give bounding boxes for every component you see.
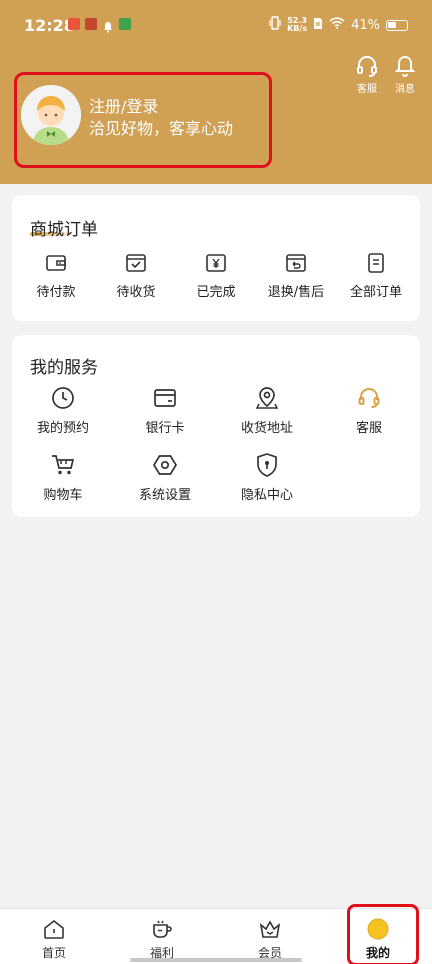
battery-percent: 41% <box>351 17 380 33</box>
bell-icon <box>394 55 416 77</box>
tab-welfare[interactable]: 福利 <box>108 909 216 964</box>
order-status-row: 待付款 待收货 已完成 退换/售后 全部订单 <box>12 251 420 300</box>
app-notification-icon <box>119 18 131 30</box>
yen-receipt-icon <box>206 254 226 272</box>
service-my-appointments[interactable]: 我的预约 <box>12 385 114 452</box>
notification-icons <box>68 18 131 37</box>
messages-button[interactable]: 消息 <box>387 54 423 95</box>
avatar[interactable] <box>21 85 81 145</box>
return-icon <box>286 254 306 272</box>
crown-icon <box>259 920 281 938</box>
wifi-icon <box>329 17 345 33</box>
cup-icon <box>153 920 172 938</box>
sim-icon <box>313 17 323 34</box>
order-list-icon <box>368 253 384 273</box>
headset-icon <box>358 388 380 408</box>
order-all[interactable]: 全部订单 <box>336 251 416 300</box>
service-bank-card[interactable]: 银行卡 <box>114 385 216 452</box>
mall-orders-card: 商城订单 待付款 待收货 已完成 退换/售后 全部订单 <box>12 195 420 321</box>
clock-icon <box>52 387 74 409</box>
mall-orders-title: 商城订单 <box>30 220 98 240</box>
order-completed[interactable]: 已完成 <box>176 251 256 300</box>
app-notification-icon <box>85 18 97 30</box>
status-bar: 12:28 52.3 KB/s 41% <box>0 0 432 50</box>
home-icon <box>44 919 64 939</box>
service-shipping-address[interactable]: 收货地址 <box>216 385 318 452</box>
login-register-link[interactable]: 注册/登录 <box>89 93 158 117</box>
location-pin-icon <box>255 387 279 409</box>
customer-service-label: 客服 <box>357 84 377 95</box>
my-services-title: 我的服务 <box>30 358 98 378</box>
tab-home[interactable]: 首页 <box>0 909 108 964</box>
tab-membership[interactable]: 会员 <box>216 909 324 964</box>
login-profile-area[interactable]: 注册/登录 洽见好物，客享心动 <box>14 72 272 168</box>
headset-icon <box>357 56 377 77</box>
order-pending-receipt[interactable]: 待收货 <box>96 251 176 300</box>
home-indicator[interactable] <box>130 958 302 962</box>
order-pending-payment[interactable]: 待付款 <box>16 251 96 300</box>
profile-slogan: 洽见好物，客享心动 <box>89 119 234 138</box>
services-grid: 我的预约 银行卡 收货地址 客服 购物车 系统设置 隐私中心 <box>12 385 420 519</box>
battery-icon <box>386 19 408 31</box>
service-customer-service[interactable]: 客服 <box>318 385 420 452</box>
status-right: 52.3 KB/s 41% <box>269 16 408 34</box>
service-system-settings[interactable]: 系统设置 <box>114 452 216 519</box>
package-check-icon <box>126 254 146 272</box>
bell-notification-icon <box>102 18 114 37</box>
app-notification-icon <box>68 18 80 30</box>
order-returns[interactable]: 退换/售后 <box>256 251 336 300</box>
service-shopping-cart[interactable]: 购物车 <box>12 452 114 519</box>
vibrate-icon <box>269 16 281 34</box>
messages-label: 消息 <box>395 84 415 95</box>
service-privacy-center[interactable]: 隐私中心 <box>216 452 318 519</box>
net-speed: 52.3 KB/s <box>287 16 308 33</box>
settings-hexagon-icon <box>153 455 177 475</box>
my-services-card: 我的服务 我的预约 银行卡 收货地址 客服 购物车 系统设置 隐私中心 <box>12 335 420 517</box>
shopping-cart-icon <box>52 455 75 475</box>
active-tab-highlight <box>347 904 419 964</box>
customer-service-button[interactable]: 客服 <box>349 54 385 95</box>
wallet-icon <box>46 255 66 271</box>
bank-card-icon <box>154 389 176 407</box>
shield-lock-icon <box>257 453 277 477</box>
